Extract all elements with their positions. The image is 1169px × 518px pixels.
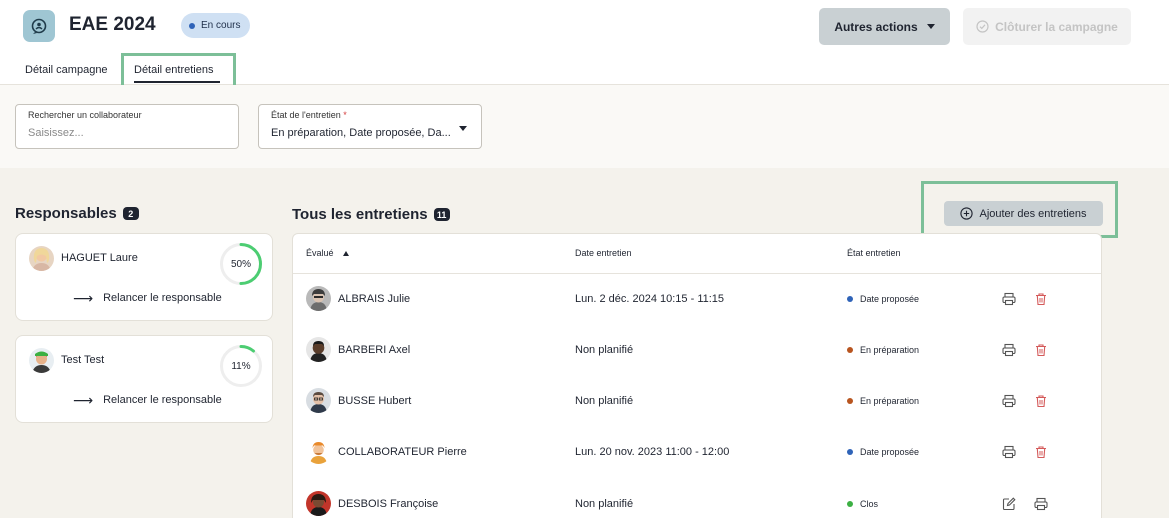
interview-state: En préparation: [847, 345, 919, 355]
page-header: EAE 2024 En cours Autres actions Clôture…: [0, 0, 1169, 85]
manager-name: Test Test: [61, 354, 105, 366]
table-row[interactable]: ALBRAIS Julie Lun. 2 déc. 2024 10:15 - 1…: [293, 274, 1101, 325]
more-actions-button[interactable]: Autres actions: [819, 8, 950, 45]
state-select-value: En préparation, Date proposée, Da...: [271, 127, 451, 139]
remind-manager-label: Relancer le responsable: [103, 292, 222, 304]
column-header-state: État entretien: [847, 248, 901, 258]
progress-ring: 50%: [219, 242, 263, 286]
add-interviews-label: Ajouter des entretiens: [979, 207, 1087, 220]
plus-circle-icon: [960, 207, 974, 220]
delete-icon[interactable]: [1033, 444, 1049, 460]
tab-campaign-detail[interactable]: Détail campagne: [25, 64, 108, 76]
close-campaign-button[interactable]: Clôturer la campagne: [963, 8, 1131, 45]
delete-icon[interactable]: [1033, 342, 1049, 358]
interviews-count-badge: 11: [433, 208, 450, 221]
evaluated-name: COLLABORATEUR Pierre: [338, 446, 467, 458]
campaign-logo-icon: [23, 10, 55, 42]
remind-manager-label: Relancer le responsable: [103, 394, 222, 406]
interview-date: Lun. 20 nov. 2023 11:00 - 12:00: [575, 446, 730, 458]
manager-name: HAGUET Laure: [61, 252, 138, 264]
interview-state-label: Date proposée: [860, 447, 920, 457]
interview-state-label: Clos: [860, 499, 879, 509]
progress-ring: 11%: [219, 344, 263, 388]
delete-icon[interactable]: [1033, 393, 1049, 409]
managers-count-badge: 2: [122, 207, 139, 220]
search-field-label: Rechercher un collaborateur: [28, 110, 142, 120]
evaluated-name: ALBRAIS Julie: [338, 293, 411, 305]
print-icon[interactable]: [1033, 496, 1049, 512]
column-header-evaluated-label: Évalué: [306, 248, 334, 258]
state-select-label: État de l'entretien *: [271, 110, 347, 120]
column-header-evaluated[interactable]: Évalué: [306, 248, 349, 258]
remind-manager-link[interactable]: ⟶ Relancer le responsable: [73, 392, 222, 408]
search-field[interactable]: Rechercher un collaborateur Saisissez...: [15, 104, 239, 149]
managers-title: Responsables 2: [15, 205, 139, 222]
state-select[interactable]: État de l'entretien * En préparation, Da…: [258, 104, 482, 149]
status-dot-icon: [189, 22, 195, 29]
evaluated-name: BARBERI Axel: [338, 344, 411, 356]
add-interviews-button[interactable]: Ajouter des entretiens: [944, 201, 1103, 226]
avatar: [306, 388, 331, 413]
print-icon[interactable]: [1001, 291, 1017, 307]
print-icon[interactable]: [1001, 342, 1017, 358]
interview-state: Date proposée: [847, 294, 919, 304]
avatar: [306, 439, 331, 464]
state-dot-icon: [847, 296, 853, 302]
interview-state: Clos: [847, 499, 878, 509]
chevron-down-icon: [926, 24, 935, 29]
avatar: [306, 337, 331, 362]
table-row[interactable]: DESBOIS Françoise Non planifié Clos: [293, 479, 1101, 518]
active-tab-indicator: [134, 81, 220, 83]
avatar: [306, 286, 331, 311]
interview-date: Non planifié: [575, 344, 634, 356]
page-title: EAE 2024: [69, 14, 156, 35]
status-badge-label: En cours: [201, 20, 241, 31]
managers-title-label: Responsables: [15, 205, 117, 222]
required-marker: *: [343, 110, 347, 120]
state-dot-icon: [847, 347, 853, 353]
interview-state: En préparation: [847, 396, 919, 406]
interviews-title: Tous les entretiens 11: [292, 206, 450, 223]
status-badge: En cours: [181, 13, 251, 38]
close-campaign-label: Clôturer la campagne: [995, 19, 1118, 34]
manager-card: Test Test 11% ⟶ Relancer le responsable: [15, 335, 273, 423]
avatar: [306, 491, 331, 516]
search-input[interactable]: Saisissez...: [28, 127, 84, 139]
interview-date: Non planifié: [575, 395, 634, 407]
arrow-right-icon: ⟶: [73, 392, 94, 408]
avatar: [29, 348, 54, 373]
interview-date: Lun. 2 déc. 2024 10:15 - 11:15: [575, 293, 725, 305]
interviews-title-label: Tous les entretiens: [292, 206, 428, 223]
table-row[interactable]: COLLABORATEUR Pierre Lun. 20 nov. 2023 1…: [293, 427, 1101, 478]
remind-manager-link[interactable]: ⟶ Relancer le responsable: [73, 290, 222, 306]
state-dot-icon: [847, 398, 853, 404]
column-header-date: Date entretien: [575, 248, 632, 258]
evaluated-name: BUSSE Hubert: [338, 395, 412, 407]
table-row[interactable]: BARBERI Axel Non planifié En préparation: [293, 325, 1101, 376]
print-icon[interactable]: [1001, 393, 1017, 409]
evaluated-name: DESBOIS Françoise: [338, 498, 439, 510]
interview-state-label: En préparation: [860, 396, 920, 406]
more-actions-label: Autres actions: [834, 19, 918, 34]
avatar: [29, 246, 54, 271]
tab-interviews-detail[interactable]: Détail entretiens: [134, 64, 214, 76]
interview-state: Date proposée: [847, 447, 919, 457]
state-dot-icon: [847, 449, 853, 455]
table-row[interactable]: BUSSE Hubert Non planifié En préparation: [293, 376, 1101, 427]
interviews-table: Évalué Date entretien État entretien ALB…: [292, 233, 1102, 518]
arrow-right-icon: ⟶: [73, 290, 94, 306]
interview-state-label: Date proposée: [860, 294, 920, 304]
check-circle-icon: [976, 20, 989, 33]
progress-label: 50%: [230, 258, 251, 270]
edit-icon[interactable]: [1001, 496, 1017, 512]
sort-ascending-icon: [342, 250, 349, 256]
chevron-down-icon: [459, 126, 467, 131]
interview-date: Non planifié: [575, 498, 634, 510]
interview-state-label: En préparation: [860, 345, 920, 355]
print-icon[interactable]: [1001, 444, 1017, 460]
manager-card: HAGUET Laure 50% ⟶ Relancer le responsab…: [15, 233, 273, 321]
progress-label: 11%: [231, 360, 251, 372]
state-dot-icon: [847, 501, 853, 507]
delete-icon[interactable]: [1033, 291, 1049, 307]
